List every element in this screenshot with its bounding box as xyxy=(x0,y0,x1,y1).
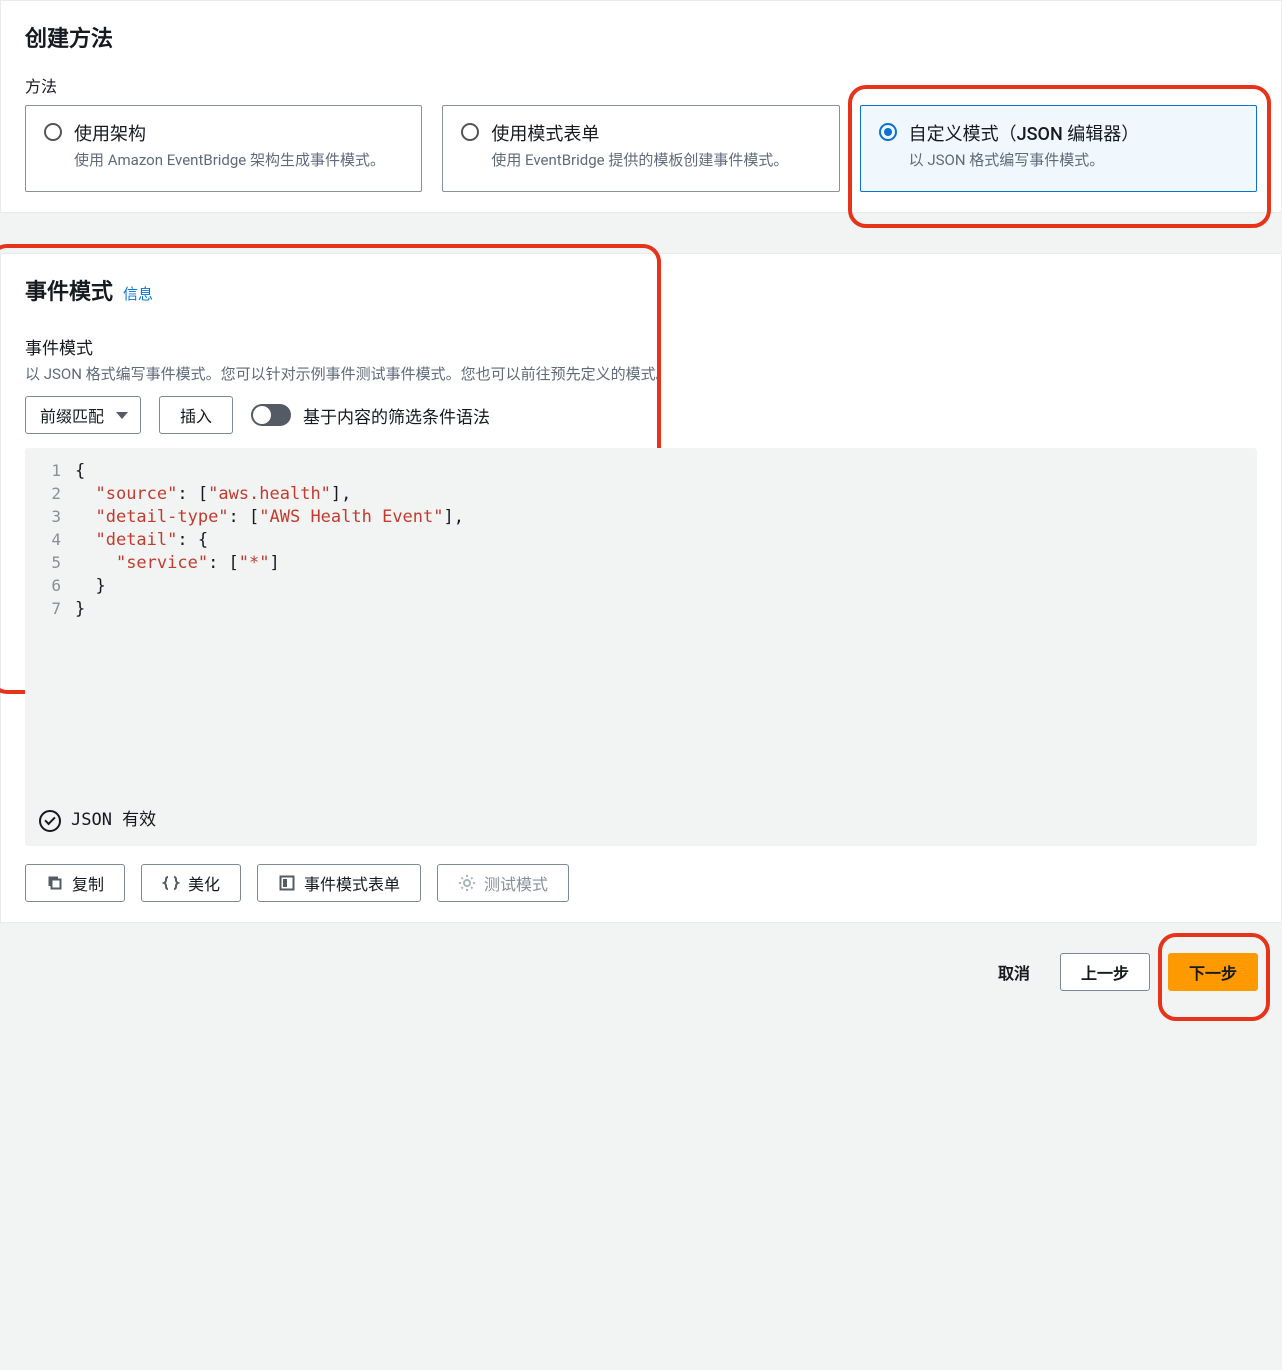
pattern-form-button[interactable]: 事件模式表单 xyxy=(257,864,421,902)
radio-icon xyxy=(461,123,479,141)
json-status-text: JSON 有效 xyxy=(71,809,156,832)
line-number: 4 xyxy=(25,529,75,552)
method-option-title: 使用模式表单 xyxy=(491,120,788,146)
previous-button[interactable]: 上一步 xyxy=(1060,953,1150,991)
event-pattern-help: 以 JSON 格式编写事件模式。您可以针对示例事件测试事件模式。您也可以前往预先… xyxy=(25,363,1257,384)
json-status: JSON 有效 xyxy=(25,799,1257,846)
radio-icon xyxy=(879,123,897,141)
method-option-form[interactable]: 使用模式表单 使用 EventBridge 提供的模板创建事件模式。 xyxy=(442,105,839,192)
braces-icon xyxy=(162,874,180,892)
caret-down-icon xyxy=(116,412,128,419)
event-pattern-title: 事件模式 xyxy=(25,274,113,306)
event-pattern-sublabel: 事件模式 xyxy=(25,334,1257,359)
beautify-button[interactable]: 美化 xyxy=(141,864,241,902)
method-option-desc: 使用 Amazon EventBridge 架构生成事件模式。 xyxy=(74,150,385,171)
line-number: 2 xyxy=(25,483,75,506)
method-option-schema[interactable]: 使用架构 使用 Amazon EventBridge 架构生成事件模式。 xyxy=(25,105,422,192)
method-option-custom-json[interactable]: 自定义模式（JSON 编辑器） 以 JSON 格式编写事件模式。 xyxy=(860,105,1257,192)
test-pattern-button[interactable]: 测试模式 xyxy=(437,864,569,902)
copy-button[interactable]: 复制 xyxy=(25,864,125,902)
content-filter-toggle-label: 基于内容的筛选条件语法 xyxy=(303,403,490,428)
cancel-button[interactable]: 取消 xyxy=(986,954,1042,990)
wizard-footer: 取消 上一步 下一步 xyxy=(0,923,1282,1001)
method-option-title: 使用架构 xyxy=(74,120,385,146)
line-number: 3 xyxy=(25,506,75,529)
next-button[interactable]: 下一步 xyxy=(1168,953,1258,991)
form-icon xyxy=(278,874,296,892)
create-method-section: 创建方法 方法 使用架构 使用 Amazon EventBridge 架构生成事… xyxy=(0,0,1282,213)
method-option-desc: 以 JSON 格式编写事件模式。 xyxy=(909,150,1140,171)
copy-icon xyxy=(46,874,64,892)
radio-icon xyxy=(44,123,62,141)
gear-icon xyxy=(458,874,476,892)
line-number: 7 xyxy=(25,598,75,621)
line-number: 5 xyxy=(25,552,75,575)
create-method-title: 创建方法 xyxy=(25,21,1257,53)
line-number: 1 xyxy=(25,460,75,483)
method-option-desc: 使用 EventBridge 提供的模板创建事件模式。 xyxy=(491,150,788,171)
prefix-match-select[interactable]: 前缀匹配 xyxy=(25,396,141,434)
check-circle-icon xyxy=(39,810,61,832)
method-option-title: 自定义模式（JSON 编辑器） xyxy=(909,120,1140,146)
method-field-label: 方法 xyxy=(25,73,1257,97)
content-filter-toggle[interactable] xyxy=(251,404,291,426)
prefix-match-label: 前缀匹配 xyxy=(40,403,104,427)
json-editor[interactable]: 1{ 2 "source": ["aws.health"], 3 "detail… xyxy=(25,448,1257,846)
line-number: 6 xyxy=(25,575,75,598)
event-pattern-section: 事件模式 信息 事件模式 以 JSON 格式编写事件模式。您可以针对示例事件测试… xyxy=(0,253,1282,923)
method-radio-group: 使用架构 使用 Amazon EventBridge 架构生成事件模式。 使用模… xyxy=(25,105,1257,192)
info-link[interactable]: 信息 xyxy=(123,283,153,304)
insert-button[interactable]: 插入 xyxy=(159,396,233,434)
